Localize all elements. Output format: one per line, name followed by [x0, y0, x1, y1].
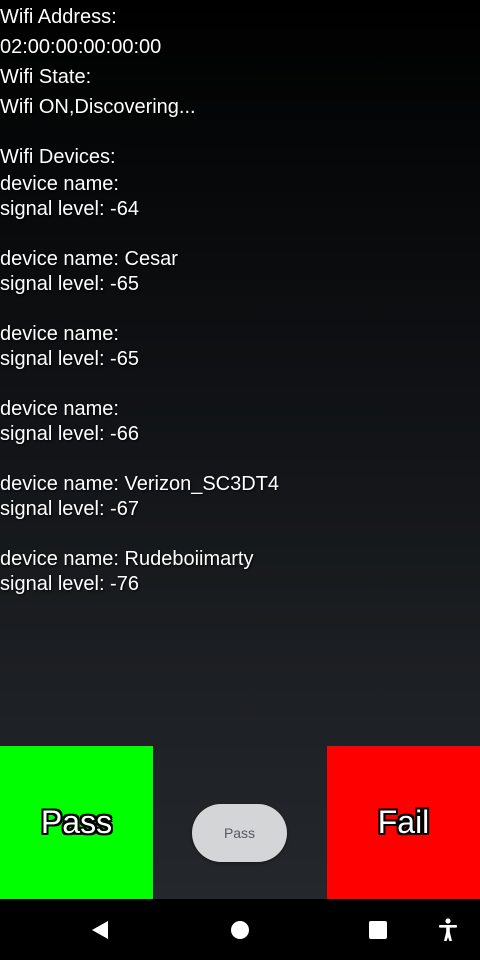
device-name: device name: — [0, 398, 119, 420]
device-signal-level: signal level: -65 — [0, 348, 139, 370]
device-name: device name: Cesar — [0, 248, 178, 270]
list-item: device name: Cesar signal level: -65 — [0, 247, 480, 297]
pass-button-label: Pass — [40, 804, 113, 840]
wifi-info-panel: Wifi Address: 02:00:00:00:00:00 Wifi Sta… — [0, 2, 480, 597]
list-item: device name: Verizon_SC3DT4 signal level… — [0, 472, 480, 522]
device-name: device name: Verizon_SC3DT4 — [0, 473, 280, 495]
device-name: device name: — [0, 173, 119, 195]
accessibility-button[interactable] — [420, 899, 476, 960]
recents-icon — [369, 920, 387, 939]
device-signal-level: signal level: -67 — [0, 498, 139, 520]
device-signal-level: signal level: -66 — [0, 423, 139, 445]
device-signal-level: signal level: -76 — [0, 573, 139, 595]
device-name: device name: Rudeboiimarty — [0, 548, 254, 570]
back-icon — [92, 920, 108, 939]
fail-button[interactable]: Fail — [327, 746, 480, 899]
list-item: device name: signal level: -65 — [0, 322, 480, 372]
home-button[interactable] — [210, 899, 270, 960]
fail-button-label: Fail — [377, 804, 430, 840]
recents-button[interactable] — [348, 899, 408, 960]
device-signal-level: signal level: -65 — [0, 273, 139, 295]
pass-pill-button[interactable]: Pass — [192, 804, 287, 862]
wifi-state-value: Wifi ON,Discovering... — [0, 96, 196, 118]
back-button[interactable] — [70, 899, 130, 960]
wifi-state-label: Wifi State: — [0, 66, 92, 88]
navigation-bar — [0, 899, 480, 960]
wifi-address-value: 02:00:00:00:00:00 — [0, 36, 162, 58]
list-item: device name: signal level: -64 — [0, 172, 480, 222]
home-icon — [231, 920, 249, 939]
list-item: device name: Rudeboiimarty signal level:… — [0, 547, 480, 597]
accessibility-icon — [439, 917, 457, 941]
device-signal-level: signal level: -64 — [0, 198, 139, 220]
list-item: device name: signal level: -66 — [0, 397, 480, 447]
device-name: device name: — [0, 323, 119, 345]
wifi-devices-label: Wifi Devices: — [0, 146, 116, 168]
pass-button[interactable]: Pass — [0, 746, 153, 899]
wifi-address-label: Wifi Address: — [0, 6, 117, 28]
wifi-devices-list: device name: signal level: -64 device na… — [0, 172, 480, 597]
